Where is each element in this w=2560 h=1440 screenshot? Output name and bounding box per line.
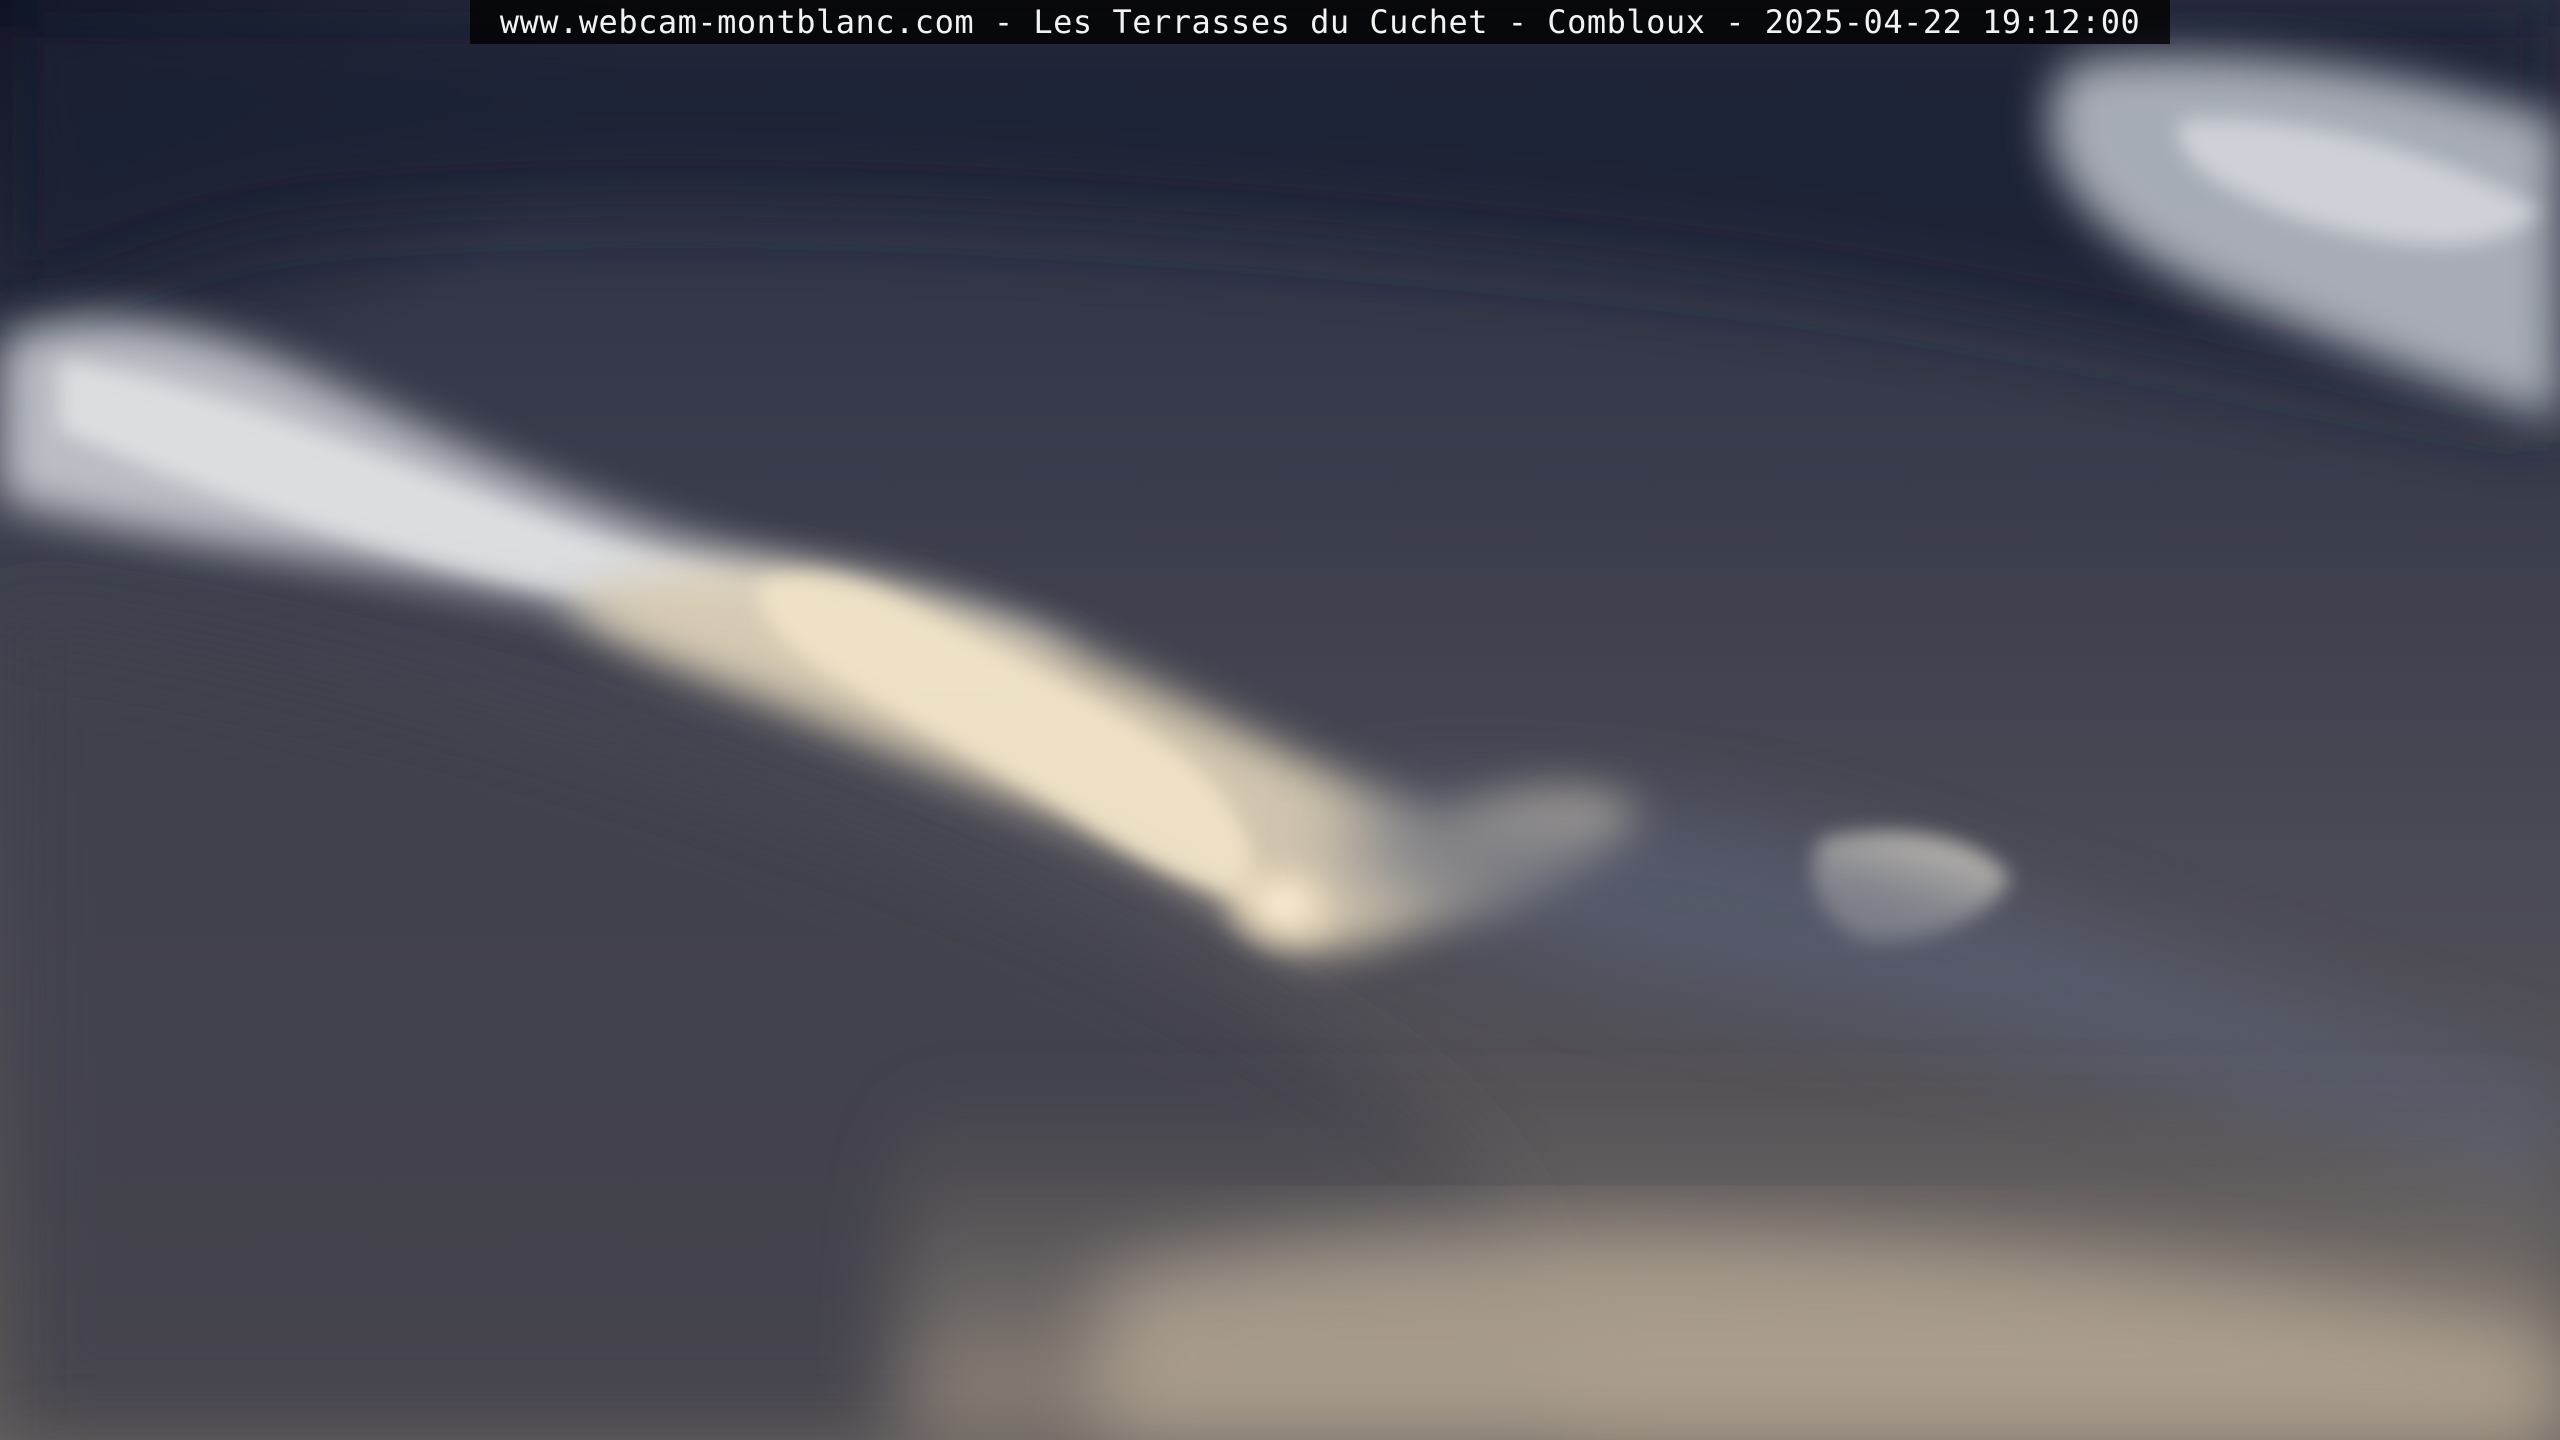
sun-glow — [1215, 850, 1355, 960]
webcam-frame: www.webcam-montblanc.com - Les Terrasses… — [0, 0, 2560, 1440]
webcam-caption-bar: www.webcam-montblanc.com - Les Terrasses… — [470, 0, 2170, 44]
cloudy-sky-image — [0, 0, 2560, 1440]
webcam-caption: www.webcam-montblanc.com - Les Terrasses… — [499, 3, 2141, 41]
